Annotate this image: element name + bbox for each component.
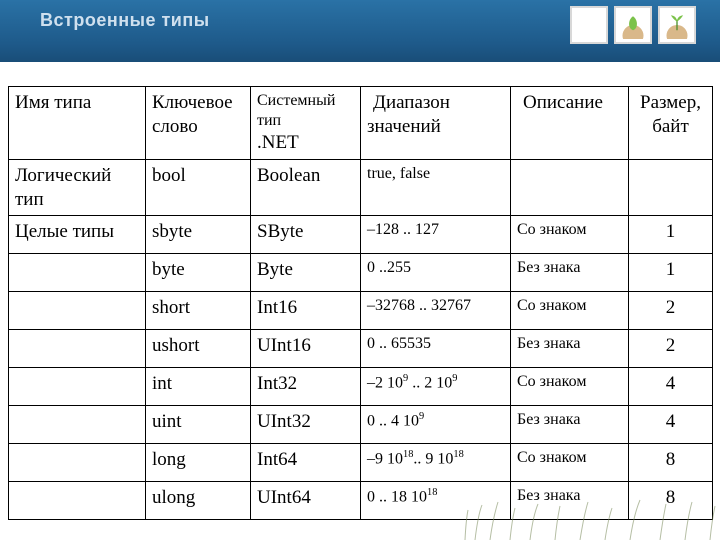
cell-name — [9, 330, 146, 368]
col-desc: Описание — [511, 87, 629, 160]
table-row: uintUInt320 .. 4 109Без знака4 — [9, 406, 713, 444]
cell-keyword: ushort — [146, 330, 251, 368]
table-row: shortInt16–32768 .. 32767Со знаком2 — [9, 292, 713, 330]
sprout-icon — [658, 6, 696, 44]
cell-name — [9, 368, 146, 406]
cell-range: 0 .. 4 109 — [361, 406, 511, 444]
cell-name — [9, 444, 146, 482]
cell-desc: Со знаком — [511, 444, 629, 482]
cell-name: Логический тип — [9, 159, 146, 216]
col-net-line2: .NET — [257, 131, 354, 155]
col-net: Системный тип .NET — [251, 87, 361, 160]
placeholder-icon — [570, 6, 608, 44]
col-net-line1: Системный тип — [257, 92, 335, 129]
table-row: longInt64–9 1018.. 9 1018Со знаком8 — [9, 444, 713, 482]
cell-net: Boolean — [251, 159, 361, 216]
cell-keyword: sbyte — [146, 216, 251, 254]
cell-size: 4 — [629, 368, 713, 406]
col-keyword: Ключевое слово — [146, 87, 251, 160]
cell-range: –9 1018.. 9 1018 — [361, 444, 511, 482]
cell-name — [9, 482, 146, 520]
col-size: Размер, байт — [629, 87, 713, 160]
cell-size: 2 — [629, 330, 713, 368]
cell-name — [9, 406, 146, 444]
decoration-icons — [570, 6, 696, 44]
table-row: Логический типboolBooleantrue, false — [9, 159, 713, 216]
leaf-icon — [614, 6, 652, 44]
cell-range: 0 .. 65535 — [361, 330, 511, 368]
slide-title: Встроенные типы — [40, 10, 210, 31]
cell-keyword: uint — [146, 406, 251, 444]
cell-desc: Со знаком — [511, 292, 629, 330]
cell-keyword: int — [146, 368, 251, 406]
cell-net: UInt32 — [251, 406, 361, 444]
slide-header: Встроенные типы — [0, 0, 720, 62]
cell-desc — [511, 159, 629, 216]
cell-net: UInt64 — [251, 482, 361, 520]
col-name: Имя типа — [9, 87, 146, 160]
cell-desc: Без знака — [511, 406, 629, 444]
cell-name — [9, 254, 146, 292]
table-header-row: Имя типа Ключевое слово Системный тип .N… — [9, 87, 713, 160]
cell-size: 1 — [629, 254, 713, 292]
cell-name — [9, 292, 146, 330]
cell-range: –2 109 .. 2 109 — [361, 368, 511, 406]
cell-size: 1 — [629, 216, 713, 254]
cell-net: SByte — [251, 216, 361, 254]
cell-name: Целые типы — [9, 216, 146, 254]
cell-net: Int64 — [251, 444, 361, 482]
cell-keyword: byte — [146, 254, 251, 292]
table-row: intInt32–2 109 .. 2 109Со знаком4 — [9, 368, 713, 406]
table-row: ulongUInt640 .. 18 1018Без знака8 — [9, 482, 713, 520]
cell-range: 0 ..255 — [361, 254, 511, 292]
cell-size: 8 — [629, 444, 713, 482]
cell-size: 8 — [629, 482, 713, 520]
cell-keyword: short — [146, 292, 251, 330]
cell-keyword: long — [146, 444, 251, 482]
cell-size — [629, 159, 713, 216]
cell-size: 4 — [629, 406, 713, 444]
cell-desc: Без знака — [511, 254, 629, 292]
table-row: byteByte0 ..255Без знака1 — [9, 254, 713, 292]
cell-net: Int16 — [251, 292, 361, 330]
table-row: Целые типыsbyteSByte–128 .. 127Со знаком… — [9, 216, 713, 254]
types-table: Имя типа Ключевое слово Системный тип .N… — [8, 86, 713, 520]
cell-desc: Без знака — [511, 330, 629, 368]
cell-range: –128 .. 127 — [361, 216, 511, 254]
cell-desc: Без знака — [511, 482, 629, 520]
cell-range: true, false — [361, 159, 511, 216]
cell-desc: Со знаком — [511, 216, 629, 254]
cell-net: Byte — [251, 254, 361, 292]
cell-range: –32768 .. 32767 — [361, 292, 511, 330]
cell-net: UInt16 — [251, 330, 361, 368]
table-row: ushortUInt160 .. 65535Без знака2 — [9, 330, 713, 368]
cell-net: Int32 — [251, 368, 361, 406]
col-range: Диапазон значений — [361, 87, 511, 160]
cell-size: 2 — [629, 292, 713, 330]
cell-desc: Со знаком — [511, 368, 629, 406]
cell-keyword: ulong — [146, 482, 251, 520]
cell-keyword: bool — [146, 159, 251, 216]
cell-range: 0 .. 18 1018 — [361, 482, 511, 520]
